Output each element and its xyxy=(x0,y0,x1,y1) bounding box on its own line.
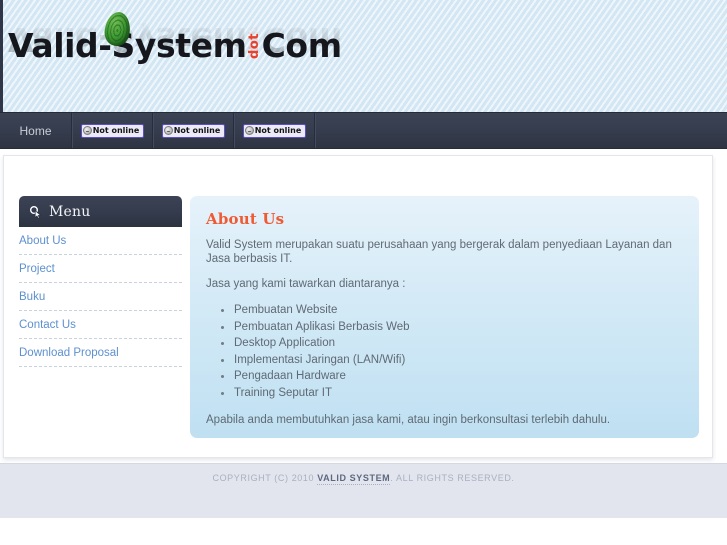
content-services-lead: Jasa yang kami tawarkan diantaranya : xyxy=(206,278,406,290)
list-item[interactable]: Contact Us xyxy=(19,311,182,339)
nav-item-home-label: Home xyxy=(19,123,52,138)
copyright-text: COPYRIGHT (C) 2010 VALID SYSTEM. ALL RIG… xyxy=(0,473,727,485)
nav-item-status-1[interactable]: Not online xyxy=(72,113,153,148)
nav-item-status-3[interactable]: Not online xyxy=(234,113,315,148)
status-badge-1-label: Not online xyxy=(92,125,140,135)
list-item: Pembuatan Website xyxy=(221,302,683,319)
content-intro: Valid System merupakan suatu perusahaan … xyxy=(206,239,672,265)
logo-dot-text: dot xyxy=(246,32,262,59)
list-item: Pembuatan Aplikasi Berbasis Web xyxy=(221,319,683,336)
messenger-status-icon xyxy=(82,126,92,135)
list-item[interactable]: Download Proposal xyxy=(19,339,182,367)
messenger-status-icon xyxy=(163,126,173,135)
magnifier-cursor-icon xyxy=(29,205,43,219)
sidebar-item-project[interactable]: Project xyxy=(19,263,182,275)
sidebar: Menu About Us Project Buku Contact Us Do… xyxy=(19,196,182,367)
content-closing-1: Apabila anda membutuhkan jasa kami, atau… xyxy=(206,414,611,426)
logo-suffix-text: Com xyxy=(261,26,342,65)
copyright-suffix: . ALL RIGHTS RESERVED. xyxy=(390,473,515,483)
status-badge-1[interactable]: Not online xyxy=(80,123,145,138)
sidebar-item-buku[interactable]: Buku xyxy=(19,291,182,303)
messenger-status-icon xyxy=(244,126,254,135)
page-root: Valid-SystemdotCom Valid-SystemdotCom Ho… xyxy=(0,0,727,545)
status-badge-2-label: Not online xyxy=(173,125,221,135)
list-item: Desktop Application xyxy=(221,335,683,352)
logo-wordmark: Valid-SystemdotCom xyxy=(8,26,342,65)
list-item: Implementasi Jaringan (LAN/Wifi) xyxy=(221,352,683,369)
header-left-edge xyxy=(0,0,3,112)
sidebar-menu-list: About Us Project Buku Contact Us Downloa… xyxy=(19,227,182,367)
footer-brand[interactable]: VALID SYSTEM xyxy=(317,473,391,485)
sidebar-heading: Menu xyxy=(49,203,91,220)
status-badge-3-label: Not online xyxy=(254,125,302,135)
list-item: Pengadaan Hardware xyxy=(221,368,683,385)
site-logo[interactable]: Valid-SystemdotCom Valid-SystemdotCom xyxy=(8,4,348,104)
page-title: About Us xyxy=(206,210,285,228)
sidebar-item-download-proposal[interactable]: Download Proposal xyxy=(19,347,182,359)
list-item[interactable]: Buku xyxy=(19,283,182,311)
main-navigation: Home Not online Not online Not online xyxy=(0,112,727,149)
list-item[interactable]: Project xyxy=(19,255,182,283)
list-item: Training Seputar IT xyxy=(221,385,683,402)
nav-item-status-2[interactable]: Not online xyxy=(153,113,234,148)
sidebar-item-contact-us[interactable]: Contact Us xyxy=(19,319,182,331)
nav-empty-area xyxy=(315,113,727,148)
site-footer: COPYRIGHT (C) 2010 VALID SYSTEM. ALL RIG… xyxy=(0,463,727,518)
sidebar-item-about-us[interactable]: About Us xyxy=(19,235,182,247)
status-badge-2[interactable]: Not online xyxy=(161,123,226,138)
nav-item-home[interactable]: Home xyxy=(0,113,72,148)
site-header: Valid-SystemdotCom Valid-SystemdotCom xyxy=(0,0,727,112)
copyright-prefix: COPYRIGHT (C) 2010 xyxy=(212,473,318,483)
list-item[interactable]: About Us xyxy=(19,227,182,255)
services-list: Pembuatan Website Pembuatan Aplikasi Ber… xyxy=(206,302,683,401)
content-area: About Us Valid System merupakan suatu pe… xyxy=(190,196,699,438)
main-panel: Menu About Us Project Buku Contact Us Do… xyxy=(3,155,713,458)
status-badge-3[interactable]: Not online xyxy=(242,123,307,138)
sidebar-header: Menu xyxy=(19,196,182,227)
